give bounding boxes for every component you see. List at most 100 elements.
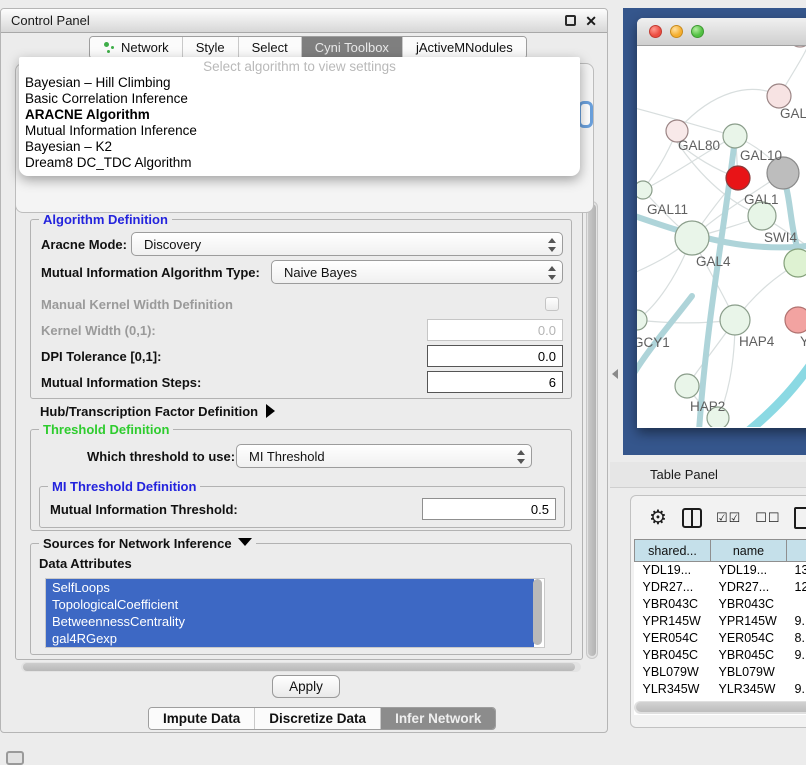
network-node-hap4[interactable] — [720, 305, 750, 335]
table-cell: 8. — [787, 630, 806, 647]
threshold-definition-group: Threshold Definition Which threshold to … — [30, 429, 572, 531]
tab-cyni-toolbox[interactable]: Cyni Toolbox — [302, 37, 403, 58]
mi-threshold-field[interactable]: 0.5 — [422, 498, 556, 520]
network-window[interactable]: GALGAL80GAL10GAL1GAL11GAL4SWI4GCY1HAP4YH… — [637, 18, 806, 428]
network-node-gal11[interactable] — [637, 181, 652, 199]
tab-network[interactable]: Network — [90, 37, 183, 58]
bottom-corner-icon[interactable] — [6, 751, 24, 765]
columns-icon[interactable] — [682, 508, 702, 528]
select-all-checkboxes-icon[interactable]: ☑☑ — [716, 510, 741, 526]
table-cell: 13 — [787, 562, 806, 579]
apply-button[interactable]: Apply — [272, 675, 340, 698]
table-cell: 12 — [787, 579, 806, 596]
manual-kernel-row: Manual Kernel Width Definition — [41, 292, 561, 316]
network-node[interactable] — [789, 46, 806, 47]
combo-arrows-icon — [547, 238, 555, 252]
control-panel-title: Control Panel — [11, 13, 565, 28]
network-node-gal1[interactable] — [726, 166, 750, 190]
network-node-swi4[interactable] — [784, 249, 806, 277]
attribute-item-topologicalcoefficient[interactable]: TopologicalCoefficient — [46, 596, 534, 613]
table-cell: YBR043C — [635, 596, 711, 613]
cyni-bottom-tab-bar: Impute DataDiscretize DataInfer Network — [148, 707, 496, 730]
algorithm-definition-group: Algorithm Definition Aracne Mode: Discov… — [30, 219, 572, 399]
close-traffic-light-icon[interactable] — [649, 25, 662, 38]
network-node-label: GAL1 — [744, 192, 779, 207]
algorithm-option-mutual-information-inference[interactable]: Mutual Information Inference — [19, 123, 580, 139]
algorithm-option-bayesian-k2[interactable]: Bayesian – K2 — [19, 139, 580, 155]
table-toolbar: ⚙ ☑☑ ☐☐ — [631, 504, 806, 532]
hub-definition-label: Hub/Transcription Factor Definition — [40, 404, 258, 419]
table-horizontal-scrollbar[interactable] — [634, 701, 806, 714]
tab-label: jActiveMNodules — [416, 40, 513, 55]
settings-vertical-scrollbar[interactable] — [586, 201, 598, 659]
gear-icon[interactable]: ⚙ — [649, 508, 667, 528]
bottom-tab-infer-network[interactable]: Infer Network — [381, 708, 495, 729]
kernel-width-field[interactable]: 0.0 — [427, 319, 563, 341]
network-window-titlebar[interactable] — [637, 18, 806, 46]
algorithm-option-aracne-algorithm[interactable]: ARACNE Algorithm — [19, 107, 580, 123]
table-row[interactable]: YBR045CYBR045C9. — [635, 647, 806, 664]
focused-combo-fragment — [578, 101, 593, 128]
table-panel-header[interactable]: Table Panel — [610, 462, 806, 488]
data-attributes-list[interactable]: SelfLoopsTopologicalCoefficientBetweenne… — [45, 578, 545, 648]
algorithm-option-basic-correlation-inference[interactable]: Basic Correlation Inference — [19, 91, 580, 107]
table-row[interactable]: YLR345WYLR345W9. — [635, 681, 806, 698]
table-row[interactable]: YBR043CYBR043C — [635, 596, 806, 613]
control-panel-titlebar[interactable]: Control Panel ✕ — [1, 9, 607, 33]
splitter-collapse-arrow[interactable] — [612, 369, 618, 379]
mi-steps-field[interactable]: 6 — [427, 371, 563, 393]
which-threshold-select[interactable]: MI Threshold — [236, 444, 532, 468]
settings-horizontal-scrollbar[interactable] — [21, 662, 581, 672]
network-node-gal[interactable] — [767, 84, 791, 108]
algorithm-dropdown-placeholder: Select algorithm to view settings — [19, 58, 580, 75]
deselect-all-checkboxes-icon[interactable]: ☐☐ — [755, 510, 780, 526]
attribute-item-gal4rgexp[interactable]: gal4RGexp — [46, 630, 534, 647]
tab-select[interactable]: Select — [239, 37, 302, 58]
aracne-mode-select[interactable]: Discovery — [131, 232, 563, 256]
table-row[interactable]: YBL079WYBL079W — [635, 664, 806, 681]
document-icon[interactable] — [794, 507, 806, 529]
hub-definition-toggle[interactable]: Hub/Transcription Factor Definition — [40, 399, 572, 423]
network-node-label: HAP2 — [690, 399, 725, 414]
algorithm-dropdown-list: Select algorithm to view settings Bayesi… — [19, 57, 580, 176]
network-canvas[interactable]: GALGAL80GAL10GAL1GAL11GAL4SWI4GCY1HAP4YH… — [637, 46, 806, 427]
table-cell: 9. — [787, 613, 806, 630]
collapse-down-icon[interactable] — [238, 538, 252, 546]
table-column-header[interactable]: shared... — [635, 540, 711, 562]
table-row[interactable]: YER054CYER054C8. — [635, 630, 806, 647]
table-column-header[interactable] — [787, 540, 806, 562]
network-node-label: Y — [800, 334, 806, 349]
close-icon[interactable]: ✕ — [585, 14, 597, 28]
attributes-list-scrollbar[interactable] — [533, 579, 542, 645]
table-cell — [787, 596, 806, 613]
network-node-gal4[interactable] — [675, 221, 709, 255]
network-node-hap2[interactable] — [675, 374, 699, 398]
table-column-header[interactable]: name — [711, 540, 787, 562]
network-node-label: GAL11 — [647, 202, 688, 217]
tab-jactivemnodules[interactable]: jActiveMNodules — [403, 37, 526, 58]
tab-style[interactable]: Style — [183, 37, 239, 58]
dpi-tolerance-field[interactable]: 0.0 — [427, 345, 563, 367]
network-node-y[interactable] — [785, 307, 806, 333]
network-node-gal10[interactable] — [723, 124, 747, 148]
algorithm-option-bayesian-hill-climbing[interactable]: Bayesian – Hill Climbing — [19, 75, 580, 91]
sources-title: Sources for Network Inference — [39, 536, 256, 551]
attribute-item-selfloops[interactable]: SelfLoops — [46, 579, 534, 596]
zoom-traffic-light-icon[interactable] — [691, 25, 704, 38]
table-row[interactable]: YDR27...YDR27...12 — [635, 579, 806, 596]
node-table[interactable]: shared...name YDL19...YDL19...13YDR27...… — [634, 539, 806, 715]
float-window-icon[interactable] — [565, 15, 576, 26]
algorithm-option-dream8-dc-tdc-algorithm[interactable]: Dream8 DC_TDC Algorithm — [19, 155, 580, 171]
mi-type-select[interactable]: Naive Bayes — [271, 260, 563, 284]
mi-type-value: Naive Bayes — [284, 265, 357, 280]
which-threshold-value: MI Threshold — [249, 449, 325, 464]
expand-right-icon[interactable] — [266, 404, 275, 418]
network-node-label: GAL10 — [740, 148, 782, 163]
table-row[interactable]: YDL19...YDL19...13 — [635, 562, 806, 579]
attribute-item-betweennesscentrality[interactable]: BetweennessCentrality — [46, 613, 534, 630]
bottom-tab-discretize-data[interactable]: Discretize Data — [255, 708, 381, 729]
bottom-tab-impute-data[interactable]: Impute Data — [149, 708, 255, 729]
manual-kernel-checkbox[interactable] — [545, 297, 559, 311]
table-row[interactable]: YPR145WYPR145W9. — [635, 613, 806, 630]
minimize-traffic-light-icon[interactable] — [670, 25, 683, 38]
